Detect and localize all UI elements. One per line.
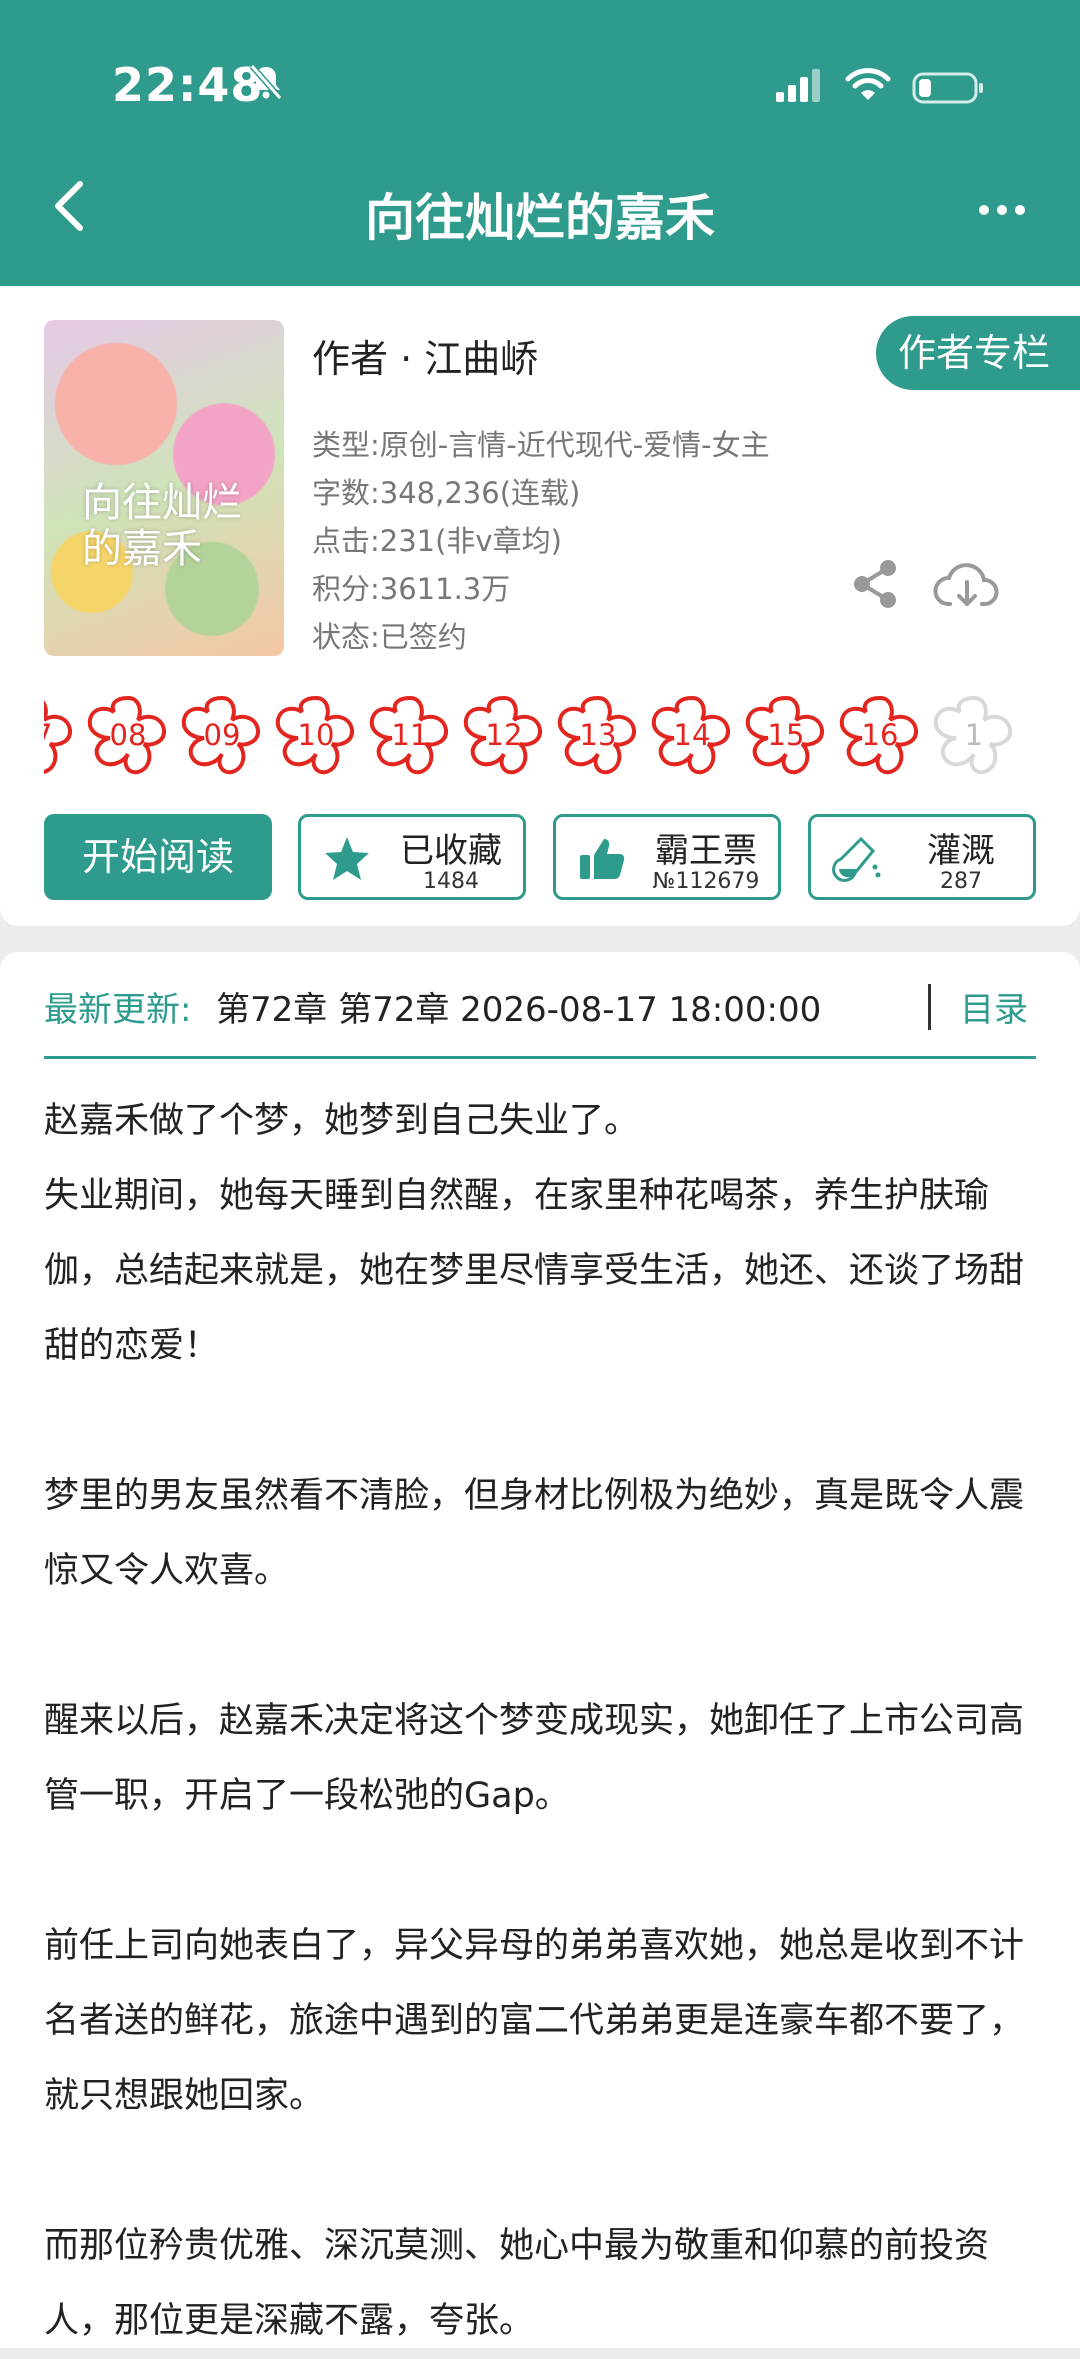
flower-badge: 1	[932, 694, 1016, 778]
flower-badge-row: 07 08 09 10 11 12 13 14 15 16 1	[44, 694, 1034, 784]
synopsis-text: 赵嘉禾做了个梦，她梦到自己失业了。失业期间，她每天睡到自然醒，在家里种花喝茶，养…	[44, 1084, 1040, 2359]
book-status: 状态:已签约	[312, 620, 467, 654]
flower-number: 16	[861, 718, 899, 752]
latest-update-label: 最新更新:	[44, 990, 192, 1030]
author-column-button[interactable]: 作者专栏	[876, 316, 1080, 390]
share-icon[interactable]	[848, 556, 904, 612]
start-reading-button[interactable]: 开始阅读	[44, 814, 272, 900]
water-button[interactable]: 灌溉 287	[808, 814, 1036, 900]
table-of-contents-link[interactable]: 目录	[960, 982, 1028, 1031]
latest-update-link[interactable]: 第72章 第72章 2026-08-17 18:00:00	[216, 982, 821, 1031]
section-rule	[44, 1056, 1036, 1059]
author-name[interactable]: 作者 · 江曲峤	[312, 328, 538, 383]
flower-badge: 11	[368, 694, 452, 778]
flower-badge: 13	[556, 694, 640, 778]
paragraph: 梦里的男友虽然看不清脸，但身材比例极为绝妙，真是既令人震惊又令人欢喜。	[44, 1476, 1025, 1591]
book-word-count: 字数:348,236(连载)	[312, 476, 581, 510]
vote-count: №112679	[652, 869, 760, 894]
flower-badge: 07	[44, 694, 76, 778]
more-options-icon[interactable]	[976, 200, 1028, 220]
favorite-count: 1484	[423, 869, 479, 894]
water-count: 287	[940, 869, 982, 894]
page-title: 向往灿烂的嘉禾	[365, 189, 715, 247]
paragraph: 前任上司向她表白了，异父异母的弟弟喜欢她，她总是收到不计名者送的鲜花，旅途中遇到…	[44, 1926, 1025, 2116]
book-score: 积分:3611.3万	[312, 572, 511, 606]
signal-icon	[776, 69, 820, 102]
flower-number: 10	[297, 718, 335, 752]
favorite-button[interactable]: 已收藏 1484	[298, 814, 526, 900]
divider	[928, 984, 931, 1030]
flower-number: 08	[109, 718, 147, 752]
paragraph: 失业期间，她每天睡到自然醒，在家里种花喝茶，养生护肤瑜伽，总结起来就是，她在梦里…	[44, 1176, 1025, 1366]
book-info-card: 向往灿烂的嘉禾 作者 · 江曲峤 作者专栏 类型:原创-言情-近代现代-爱情-女…	[0, 286, 1080, 926]
flower-number: 14	[673, 718, 711, 752]
vote-button[interactable]: 霸王票 №112679	[553, 814, 781, 900]
paragraph: 醒来以后，赵嘉禾决定将这个梦变成现实，她卸任了上市公司高管一职，开启了一段松弛的…	[44, 1701, 1025, 1816]
thumbs-up-icon	[580, 839, 625, 879]
flower-badge: 15	[744, 694, 828, 778]
chapter-content: 最新更新: 第72章 第72章 2026-08-17 18:00:00 目录 赵…	[0, 952, 1080, 2348]
favorite-label: 已收藏	[400, 831, 502, 871]
status-time: 22:48	[112, 58, 264, 112]
flower-number: 15	[767, 718, 805, 752]
star-icon	[325, 837, 369, 880]
paragraph: 赵嘉禾做了个梦，她梦到自己失业了。	[44, 1101, 640, 1141]
watering-flask-icon	[832, 836, 881, 882]
book-genre: 类型:原创-言情-近代现代-爱情-女主	[312, 428, 770, 462]
flower-number: 07	[44, 718, 76, 752]
battery-icon	[912, 72, 983, 104]
water-label: 灌溉	[927, 831, 995, 871]
flower-number: 12	[485, 718, 523, 752]
flower-badge: 08	[86, 694, 170, 778]
flower-number: 13	[579, 718, 617, 752]
wifi-icon	[845, 68, 891, 100]
flower-number: 11	[391, 718, 429, 752]
mute-bell-icon	[249, 64, 283, 100]
flower-badge: 14	[650, 694, 734, 778]
vote-label: 霸王票	[655, 831, 757, 871]
flower-badge: 09	[180, 694, 264, 778]
download-icon[interactable]	[932, 558, 1002, 614]
flower-badge: 12	[462, 694, 546, 778]
flower-number: 09	[203, 718, 241, 752]
cover-title: 向往灿烂的嘉禾	[82, 480, 242, 572]
flower-number: 1	[964, 718, 984, 752]
flower-badge: 16	[838, 694, 922, 778]
book-clicks: 点击:231(非v章均)	[312, 524, 562, 558]
paragraph: 而那位矜贵优雅、深沉莫测、她心中最为敬重和仰慕的前投资人，那位更是深藏不露，夸张…	[44, 2226, 990, 2341]
book-cover[interactable]: 向往灿烂的嘉禾	[44, 320, 284, 656]
top-bar: 22:48 向往灿烂的嘉禾	[0, 0, 1080, 286]
flower-badge: 10	[274, 694, 358, 778]
